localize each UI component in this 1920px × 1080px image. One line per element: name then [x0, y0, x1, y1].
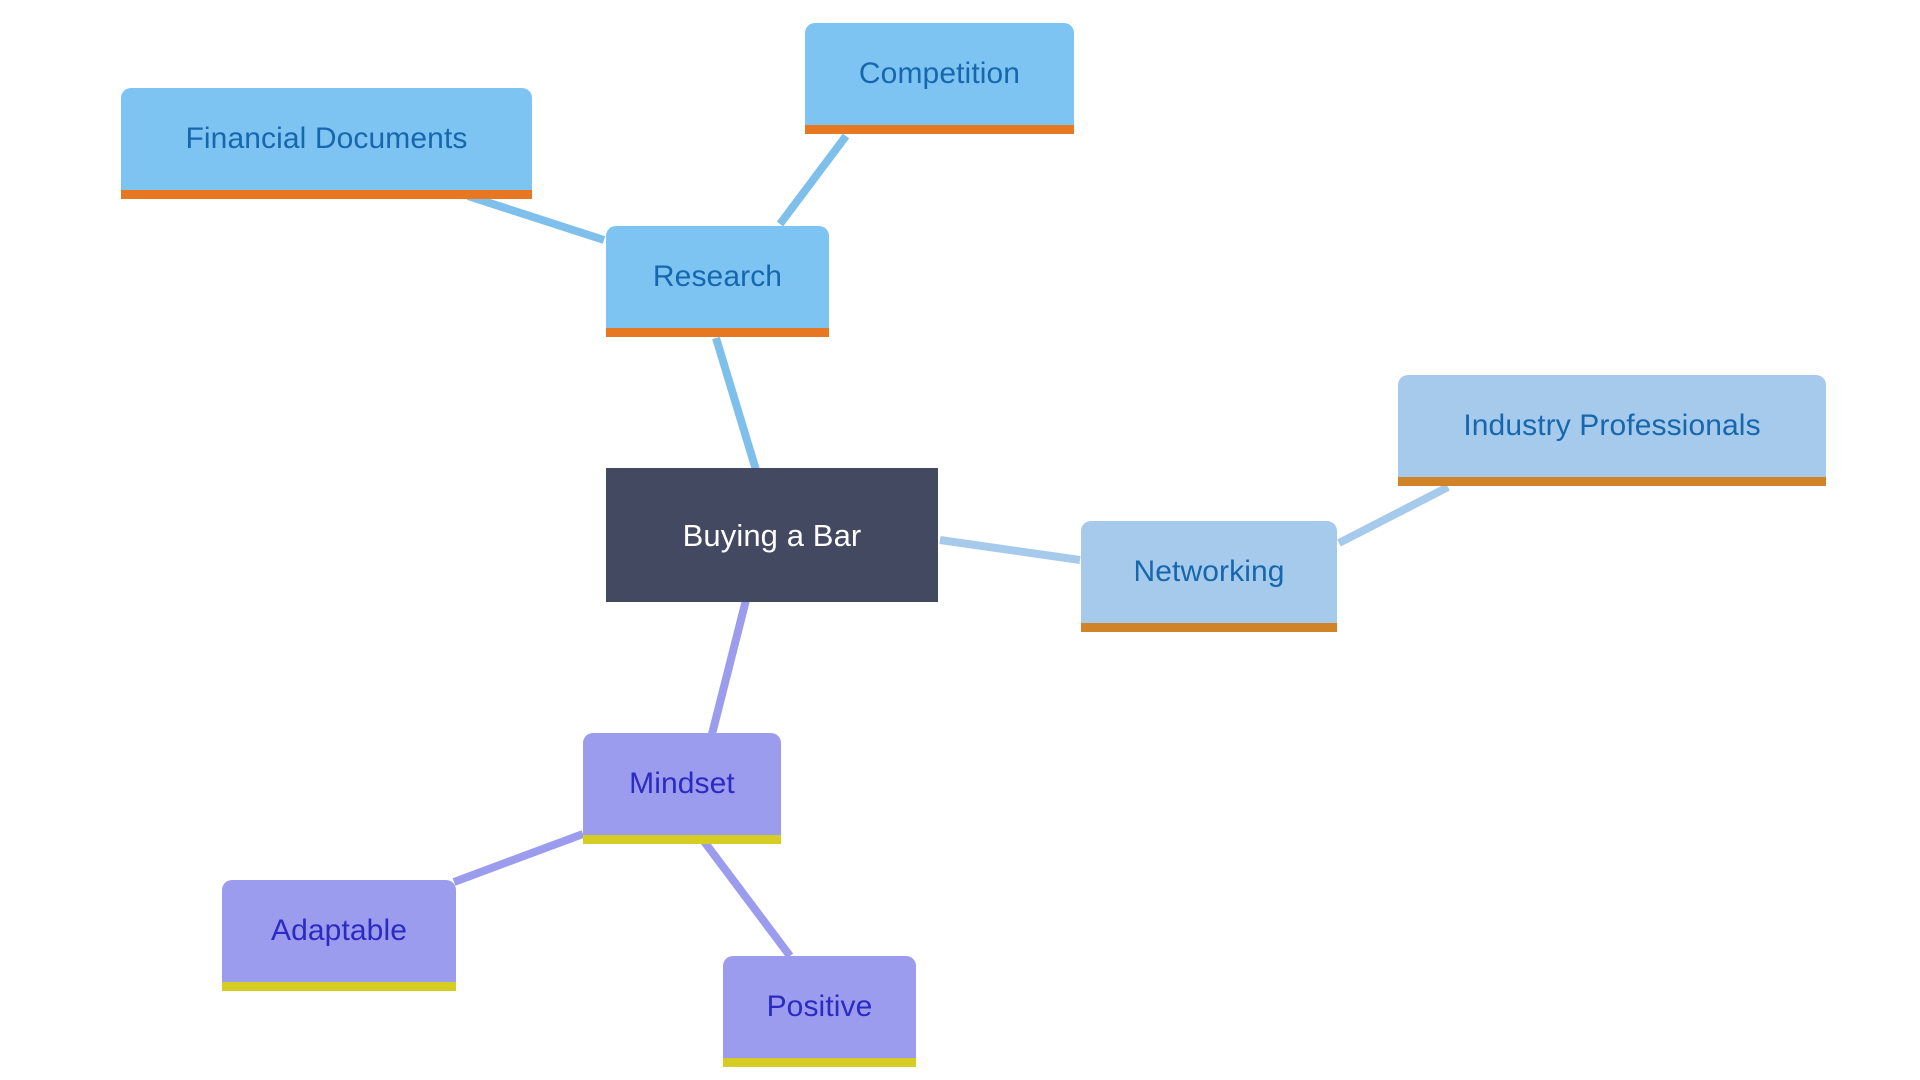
node-competition[interactable]: Competition: [805, 23, 1074, 134]
node-label-root: Buying a Bar: [682, 517, 862, 553]
node-label-positive: Positive: [766, 990, 873, 1023]
node-accent-competition: [805, 125, 1074, 134]
node-research[interactable]: Research: [606, 226, 829, 337]
node-accent-research: [606, 328, 829, 337]
edge-networking-industry-professionals: [1337, 483, 1450, 547]
node-root[interactable]: Buying a Bar: [606, 468, 938, 602]
node-networking[interactable]: Networking: [1081, 521, 1337, 632]
mindmap-canvas: Buying a Bar Research Financial Document…: [0, 0, 1920, 1080]
node-accent-industry-professionals: [1398, 477, 1826, 486]
edge-root-networking: [939, 536, 1081, 564]
edge-research-competition: [776, 133, 850, 227]
node-mindset[interactable]: Mindset: [583, 733, 781, 844]
node-label-competition: Competition: [858, 57, 1021, 90]
node-accent-financial-documents: [121, 190, 532, 199]
node-adaptable[interactable]: Adaptable: [222, 880, 456, 991]
node-financial-documents[interactable]: Financial Documents: [121, 88, 532, 199]
edge-mindset-adaptable: [452, 830, 585, 886]
node-label-industry-professionals: Industry Professionals: [1463, 409, 1761, 442]
node-label-adaptable: Adaptable: [270, 914, 408, 947]
node-label-financial-documents: Financial Documents: [185, 122, 468, 155]
node-accent-networking: [1081, 623, 1337, 632]
node-accent-positive: [723, 1058, 916, 1067]
node-accent-adaptable: [222, 982, 456, 991]
node-label-research: Research: [652, 260, 783, 293]
edge-mindset-positive: [696, 833, 794, 959]
node-industry-professionals[interactable]: Industry Professionals: [1398, 375, 1826, 486]
node-label-mindset: Mindset: [629, 767, 735, 800]
node-positive[interactable]: Positive: [723, 956, 916, 1067]
edge-root-research: [712, 336, 760, 472]
edge-research-financial-documents: [466, 192, 606, 244]
edge-root-mindset: [708, 599, 750, 735]
node-accent-mindset: [583, 835, 781, 844]
node-label-networking: Networking: [1133, 555, 1285, 588]
